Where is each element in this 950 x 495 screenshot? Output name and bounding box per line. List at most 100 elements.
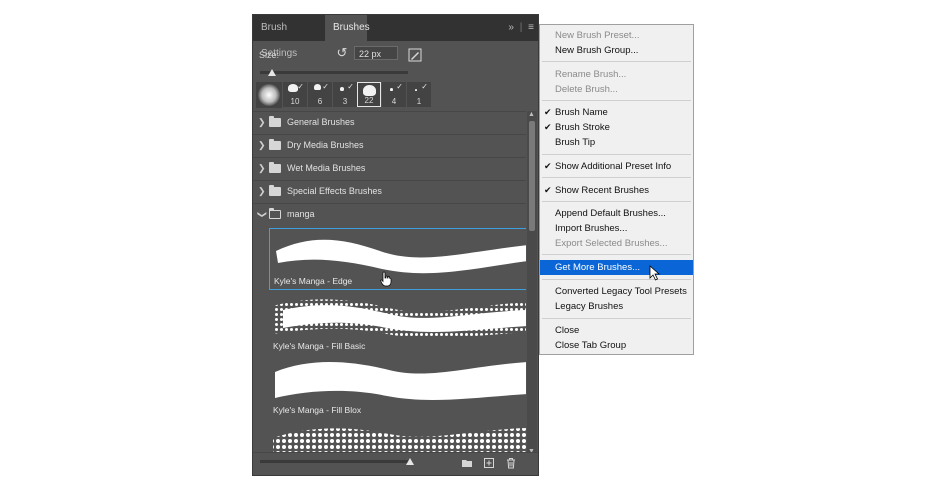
collapse-panel-icon[interactable]: »	[508, 22, 514, 33]
tab-brush-settings[interactable]: Brush Settings	[253, 15, 325, 59]
menu-separator	[542, 318, 691, 319]
preview-size-slider-track[interactable]	[260, 460, 410, 463]
menu-separator	[542, 154, 691, 155]
recent-brush[interactable]: ✓ 1	[407, 82, 431, 107]
group-dry-media-brushes[interactable]: ❯ Dry Media Brushes	[253, 134, 526, 158]
tab-brushes[interactable]: Brushes	[325, 15, 370, 41]
brush-preview	[256, 82, 282, 108]
group-manga[interactable]: ❯ manga	[253, 203, 526, 227]
menu-item-new-brush-group[interactable]: New Brush Group...	[540, 43, 693, 58]
chevron-right-icon[interactable]: ❯	[258, 140, 266, 151]
brushes-panel: Brush Settings Brushes » | ≡ Size: ↺ 22 …	[252, 14, 539, 476]
brush-tip-icon	[314, 84, 321, 90]
recent-brush-selected[interactable]: 22	[357, 82, 381, 107]
open-folder-icon	[269, 208, 281, 219]
size-label: Size:	[259, 50, 280, 60]
recent-brushes-row: ✓ 10 ✓ 6 ✓ 3 22 ✓ 4 ✓ 1	[253, 81, 538, 108]
menu-item-brush-name[interactable]: ✔ Brush Name	[540, 105, 693, 120]
trash-icon[interactable]	[505, 457, 517, 469]
folder-icon	[269, 116, 281, 127]
recent-brush-size: 4	[391, 97, 397, 106]
folder-icon	[269, 185, 281, 196]
menu-item-import-brushes[interactable]: Import Brushes...	[540, 221, 693, 236]
chevron-down-icon[interactable]: ❯	[256, 211, 267, 219]
brush-item-manga-fill-basic[interactable]: Kyle's Manga - Fill Basic	[269, 292, 526, 354]
scroll-up-icon[interactable]: ▲	[528, 111, 535, 118]
menu-item-label: Brush Name	[555, 107, 608, 118]
group-label: Dry Media Brushes	[287, 140, 364, 150]
menu-item-label: Show Additional Preset Info	[555, 161, 672, 172]
brush-tip-icon	[340, 87, 344, 91]
brush-item-manga-edge[interactable]: Kyle's Manga - Edge	[269, 228, 526, 290]
menu-item-get-more-brushes[interactable]: Get More Brushes...	[540, 260, 693, 275]
recent-brush[interactable]: ✓ 10	[283, 82, 307, 107]
recent-brush-size: 3	[342, 97, 348, 106]
folder-icon	[269, 162, 281, 173]
recent-brush-size: 6	[317, 97, 323, 106]
recent-brush[interactable]: ✓ 3	[333, 82, 357, 107]
panel-controls-divider: |	[519, 22, 523, 33]
folder-icon	[269, 139, 281, 150]
menu-separator	[542, 201, 691, 202]
soft-round-brush-icon	[258, 84, 280, 106]
group-label: General Brushes	[287, 117, 355, 127]
scroll-thumb[interactable]	[529, 121, 535, 231]
menu-item-close[interactable]: Close	[540, 323, 693, 338]
folder-icon[interactable]	[461, 457, 473, 469]
list-scrollbar[interactable]: ▲ ▼	[527, 111, 537, 455]
menu-item-legacy-brushes[interactable]: Legacy Brushes	[540, 299, 693, 314]
reset-size-icon[interactable]: ↺	[335, 46, 349, 60]
panel-flyout-menu: New Brush Preset... New Brush Group... R…	[539, 24, 694, 355]
brush-item-manga-fill-blox[interactable]: Kyle's Manga - Fill Blox	[269, 356, 526, 418]
brush-name: Kyle's Manga - Edge	[274, 276, 353, 286]
menu-item-export-selected-brushes[interactable]: Export Selected Brushes...	[540, 236, 693, 251]
pressure-size-icon[interactable]	[408, 48, 422, 62]
panel-controls: » | ≡	[508, 15, 534, 41]
group-label: Special Effects Brushes	[287, 186, 382, 196]
panel-bottom-bar	[253, 452, 538, 475]
brush-tick-icon: ✓	[396, 82, 403, 91]
group-special-effects-brushes[interactable]: ❯ Special Effects Brushes	[253, 180, 526, 204]
brush-tick-icon: ✓	[347, 82, 354, 91]
size-input[interactable]: 22 px	[354, 46, 398, 60]
chevron-right-icon[interactable]: ❯	[258, 163, 266, 174]
size-slider-track[interactable]	[260, 71, 408, 74]
group-wet-media-brushes[interactable]: ❯ Wet Media Brushes	[253, 157, 526, 181]
recent-brush-size: 10	[290, 97, 300, 106]
panel-tab-bar: Brush Settings Brushes » | ≡	[253, 15, 538, 59]
preview-size-slider-thumb[interactable]	[406, 458, 414, 465]
hand-cursor-icon	[380, 271, 392, 287]
menu-separator	[542, 279, 691, 280]
size-slider-thumb[interactable]	[267, 69, 276, 76]
group-general-brushes[interactable]: ❯ General Brushes	[253, 111, 526, 135]
brush-tick-icon: ✓	[322, 82, 329, 91]
menu-item-append-default-brushes[interactable]: Append Default Brushes...	[540, 206, 693, 221]
chevron-right-icon[interactable]: ❯	[258, 186, 266, 197]
menu-item-show-additional-preset-info[interactable]: ✔ Show Additional Preset Info	[540, 159, 693, 174]
menu-item-close-tab-group[interactable]: Close Tab Group	[540, 338, 693, 353]
menu-item-delete-brush[interactable]: Delete Brush...	[540, 82, 693, 97]
menu-separator	[542, 61, 691, 62]
checkmark-icon: ✔	[544, 185, 552, 195]
recent-brush-size: 22	[364, 96, 374, 105]
menu-item-brush-tip[interactable]: Brush Tip	[540, 135, 693, 150]
group-label: manga	[287, 209, 315, 219]
brush-tip-icon	[363, 85, 376, 96]
menu-item-show-recent-brushes[interactable]: ✔ Show Recent Brushes	[540, 183, 693, 198]
group-label: Wet Media Brushes	[287, 163, 366, 173]
brush-stroke-preview	[273, 428, 526, 455]
menu-item-brush-stroke[interactable]: ✔ Brush Stroke	[540, 120, 693, 135]
recent-brush-size: 1	[416, 97, 422, 106]
recent-brush[interactable]: ✓ 6	[308, 82, 332, 107]
chevron-right-icon[interactable]: ❯	[258, 117, 266, 128]
checkmark-icon: ✔	[544, 107, 552, 117]
new-brush-icon[interactable]	[483, 457, 495, 469]
menu-item-new-brush-preset[interactable]: New Brush Preset...	[540, 28, 693, 43]
brush-item-manga-dots[interactable]	[269, 420, 526, 455]
menu-item-rename-brush[interactable]: Rename Brush...	[540, 67, 693, 82]
menu-item-converted-legacy-tool-presets[interactable]: Converted Legacy Tool Presets	[540, 284, 693, 299]
recent-brush[interactable]: ✓ 4	[382, 82, 406, 107]
menu-separator	[542, 100, 691, 101]
panel-menu-icon[interactable]: ≡	[528, 22, 534, 33]
brush-tip-icon	[390, 88, 393, 91]
